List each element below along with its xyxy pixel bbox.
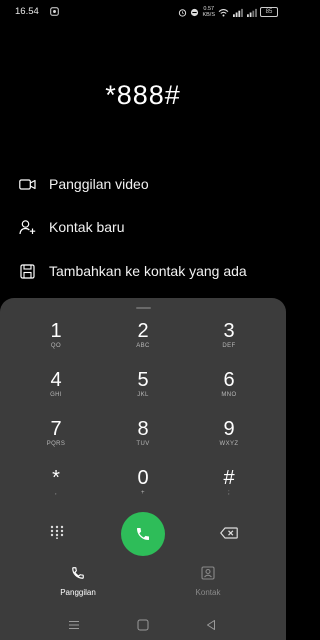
tab-panggilan-label: Panggilan <box>60 588 96 597</box>
add-to-existing-contact-action[interactable]: Tambahkan ke kontak yang ada <box>18 259 247 283</box>
key-0[interactable]: 0 + <box>108 467 178 511</box>
save-icon <box>18 262 36 280</box>
dialed-number[interactable]: *888# <box>0 80 286 111</box>
call-button[interactable] <box>121 512 165 556</box>
key-digit: 7 <box>50 418 62 440</box>
home-nav-button[interactable] <box>136 618 150 632</box>
status-bar: 16.54 0.57 KB/S 85 <box>0 0 286 24</box>
video-call-action[interactable]: Panggilan video <box>18 172 149 196</box>
key-4[interactable]: 4 GHI <box>21 369 91 413</box>
key-digit: 9 <box>223 418 235 440</box>
key-letters: GHI <box>50 392 62 398</box>
key-digit: 3 <box>223 320 235 342</box>
key-letters: MNO <box>221 392 237 398</box>
add-person-icon <box>18 218 36 236</box>
backspace-icon[interactable] <box>220 527 238 539</box>
status-time: 16.54 <box>15 6 39 17</box>
key-digit: 8 <box>137 418 149 440</box>
key-digit: 1 <box>50 320 62 342</box>
key-1[interactable]: 1 QO <box>21 320 91 364</box>
key-digit: 4 <box>50 369 62 391</box>
key-8[interactable]: 8 TUV <box>108 418 178 462</box>
drag-handle[interactable] <box>136 307 151 309</box>
menu-icon <box>69 621 79 629</box>
recents-nav-button[interactable] <box>67 618 81 632</box>
battery-indicator: 85 <box>260 7 278 17</box>
key-9[interactable]: 9 WXYZ <box>194 418 264 462</box>
tab-panggilan[interactable]: Panggilan <box>33 566 123 597</box>
navigation-bar <box>0 610 286 640</box>
new-contact-label: Kontak baru <box>49 219 125 235</box>
key-letters: WXYZ <box>219 441 239 447</box>
do-not-disturb-icon <box>191 8 199 16</box>
dialpad-icon[interactable] <box>50 525 64 539</box>
key-letters: , <box>54 490 58 496</box>
key-letters: QO <box>50 343 62 349</box>
key-digit: 6 <box>223 369 235 391</box>
key-digit: 0 <box>137 467 149 489</box>
key-letters: JKL <box>137 392 149 398</box>
signal-icon-1 <box>233 8 243 17</box>
status-icons: 0.57 KB/S 85 <box>178 5 278 19</box>
key-letters: PQRS <box>46 441 66 447</box>
tab-kontak-label: Kontak <box>195 588 221 597</box>
contacts-tab-icon <box>201 566 215 580</box>
new-contact-action[interactable]: Kontak baru <box>18 215 125 239</box>
triangle-back-icon <box>207 620 215 630</box>
back-nav-button[interactable] <box>204 618 218 632</box>
key-digit: 5 <box>137 369 149 391</box>
key-letters: ; <box>227 490 231 496</box>
key-letters: TUV <box>136 441 150 447</box>
key-7[interactable]: 7 PQRS <box>21 418 91 462</box>
net-speed: 0.57 KB/S <box>202 6 215 18</box>
dialpad-panel: 1 QO 2 ABC 3 DEF 4 GHI 5 JKL 6 MNO 7 PQRS 8 TUV … <box>0 298 286 640</box>
key-letters: DEF <box>222 343 236 349</box>
key-5[interactable]: 5 JKL <box>108 369 178 413</box>
key-digit: 2 <box>137 320 149 342</box>
square-icon <box>137 619 149 631</box>
phone-icon <box>137 528 149 540</box>
key-digit: # <box>223 467 235 489</box>
key-letters: ABC <box>136 343 150 349</box>
key-3[interactable]: 3 DEF <box>194 320 264 364</box>
key-letters: + <box>141 490 145 496</box>
notification-icon <box>50 7 59 16</box>
key-2[interactable]: 2 ABC <box>108 320 178 364</box>
video-call-label: Panggilan video <box>49 176 149 192</box>
key-hash[interactable]: #; <box>194 467 264 511</box>
video-camera-icon <box>18 175 36 193</box>
key-star[interactable]: *, <box>21 467 91 511</box>
phone-tab-icon <box>72 567 84 579</box>
alarm-icon <box>179 8 187 17</box>
signal-icon-2 <box>247 8 257 17</box>
key-6[interactable]: 6 MNO <box>194 369 264 413</box>
key-digit: * <box>52 467 60 489</box>
add-to-existing-contact-label: Tambahkan ke kontak yang ada <box>49 263 247 279</box>
wifi-icon <box>218 8 229 16</box>
tab-kontak[interactable]: Kontak <box>163 566 253 597</box>
net-speed-unit: KB/S <box>202 12 215 18</box>
